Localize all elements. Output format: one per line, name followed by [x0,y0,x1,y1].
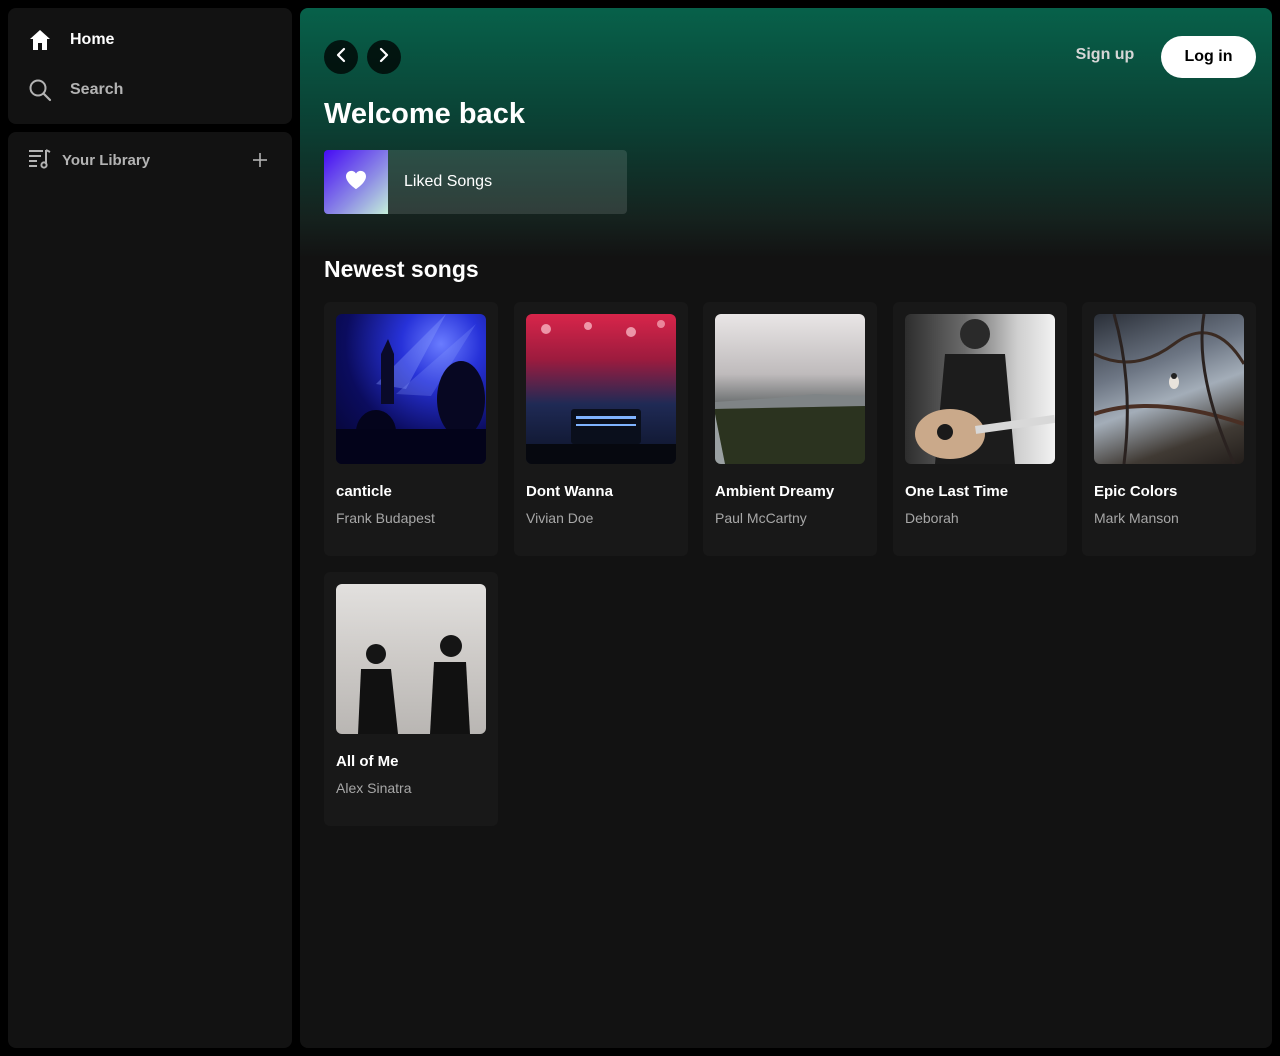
sidebar-item-home[interactable]: Home [28,24,114,56]
song-title: canticle [336,483,392,500]
home-icon [28,28,52,52]
sidebar-nav: Home Search [8,8,292,124]
back-button[interactable] [324,40,358,74]
forward-button[interactable] [367,40,401,74]
song-cover-image [1094,314,1244,464]
song-artist[interactable]: Paul McCartny [715,510,871,526]
sidebar-item-label: Search [70,81,124,98]
section-title: Newest songs [324,256,479,282]
song-card[interactable]: Dont Wanna Vivian Doe [514,302,688,556]
search-icon [28,78,52,102]
song-card[interactable]: Ambient Dreamy Paul McCartny [703,302,877,556]
library-icon[interactable] [28,146,52,175]
library-label[interactable]: Your Library [62,152,150,169]
heart-icon [345,170,367,195]
song-cover-image [336,314,486,464]
song-artist[interactable]: Alex Sinatra [336,780,492,796]
song-cover-image [526,314,676,464]
song-cover-image [905,314,1055,464]
song-artist[interactable]: Deborah [905,510,1061,526]
song-artist[interactable]: Vivian Doe [526,510,682,526]
main-content: Sign up Log in Welcome back Liked Songs … [300,8,1272,1048]
library-header: Your Library [28,148,272,172]
song-title: One Last Time [905,483,1009,500]
page-title: Welcome back [324,98,525,130]
song-card[interactable]: One Last Time Deborah [893,302,1067,556]
signup-button[interactable]: Sign up [1070,46,1140,68]
song-artist[interactable]: Mark Manson [1094,510,1250,526]
song-title: All of Me [336,753,399,770]
song-card[interactable]: All of Me Alex Sinatra [324,572,498,826]
song-cover-image [336,584,486,734]
chevron-right-icon [376,47,392,68]
song-title: Ambient Dreamy [715,483,835,500]
library-panel: Your Library [8,132,292,1048]
sidebar-item-label: Home [70,31,115,48]
song-card[interactable]: canticle Frank Budapest [324,302,498,556]
song-cover-image [715,314,865,464]
song-title: Epic Colors [1094,483,1178,500]
liked-songs-art [324,150,388,214]
chevron-left-icon [333,47,349,68]
plus-icon[interactable] [248,148,272,172]
sidebar-item-search[interactable]: Search [28,74,123,106]
song-title: Dont Wanna [526,483,613,500]
liked-songs-label: Liked Songs [404,173,493,190]
song-card[interactable]: Epic Colors Mark Manson [1082,302,1256,556]
login-button[interactable]: Log in [1161,36,1256,78]
song-artist[interactable]: Frank Budapest [336,510,492,526]
liked-songs-shortcut[interactable]: Liked Songs [324,150,627,214]
